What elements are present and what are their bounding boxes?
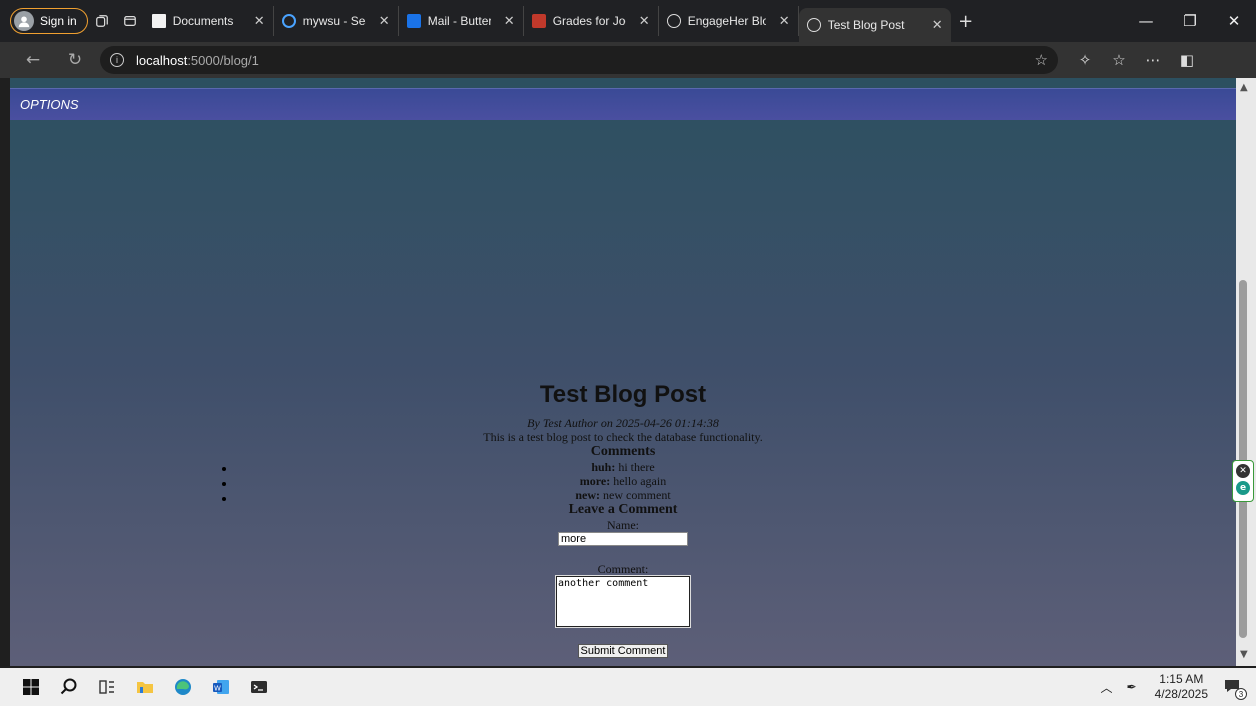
scrollbar-thumb[interactable] <box>1239 280 1247 638</box>
windows-start-icon[interactable] <box>12 668 50 706</box>
documents-favicon-icon <box>151 14 166 28</box>
post-byline: By Test Author on 2025-04-26 01:14:38 <box>527 416 719 430</box>
url-host: localhost <box>136 52 188 68</box>
favorite-star-icon[interactable]: ☆ <box>1035 51 1048 69</box>
tab-actions-icon[interactable] <box>116 7 144 35</box>
close-tab-icon[interactable]: ✕ <box>254 13 265 29</box>
notification-count: 3 <box>1235 688 1247 700</box>
list-item: huh: hi there <box>10 460 1236 474</box>
sign-in-label: Sign in <box>40 14 77 28</box>
system-tray: ︿ ✒ 1:15 AM 4/28/2025 3 <box>1101 668 1256 706</box>
notification-icon[interactable]: 3 <box>1222 676 1247 700</box>
comment-textarea[interactable]: another comment <box>555 575 691 628</box>
post-title: Test Blog Post <box>539 381 707 408</box>
url-path: :5000/blog/1 <box>187 52 259 68</box>
workspaces-icon[interactable] <box>88 7 116 35</box>
more-options-icon[interactable]: ⋯ <box>1136 51 1170 69</box>
name-input[interactable] <box>558 532 688 546</box>
globe-icon <box>666 14 681 28</box>
post-body: This is a test blog post to check the da… <box>483 430 763 444</box>
restore-icon[interactable]: ❐ <box>1168 0 1212 42</box>
windows-taskbar: W ︿ ✒ 1:15 AM 4/28/2025 3 <box>0 668 1256 706</box>
address-bar[interactable]: i localhost :5000/blog/1 ☆ <box>100 46 1058 74</box>
browser-tab-strip: Sign in Documents ✕ mywsu - Search ✕ Mai… <box>0 0 1256 42</box>
comment-author: new: <box>575 488 600 502</box>
close-tab-icon[interactable]: ✕ <box>504 13 515 29</box>
close-tab-icon[interactable]: ✕ <box>779 13 790 29</box>
file-explorer-icon[interactable] <box>126 668 164 706</box>
list-item: more: hello again <box>10 474 1236 488</box>
comment-text: new comment <box>603 488 671 502</box>
name-label: Name: <box>607 518 639 532</box>
search-icon[interactable] <box>50 668 88 706</box>
globe-icon <box>806 18 821 32</box>
tab-grades[interactable]: Grades for Jodie ✕ <box>524 6 659 36</box>
word-icon[interactable]: W <box>202 668 240 706</box>
comments-heading: Comments <box>590 444 656 459</box>
submit-comment-button[interactable]: Submit Comment <box>577 644 669 658</box>
favorites-icon[interactable]: ☆ <box>1102 51 1136 69</box>
edge-browser-icon[interactable] <box>164 668 202 706</box>
tab-engageher-blog[interactable]: EngageHer Blog ✕ <box>659 6 799 36</box>
taskbar-clock[interactable]: 1:15 AM 4/28/2025 <box>1155 672 1208 702</box>
close-tab-icon[interactable]: ✕ <box>932 17 943 33</box>
browser-toolbar: ← ↻ i localhost :5000/blog/1 ☆ ✧ ☆ ⋯ ◧ <box>0 42 1256 78</box>
tab-test-blog-post[interactable]: Test Blog Post ✕ <box>798 8 951 42</box>
tab-documents[interactable]: Documents ✕ <box>144 6 274 36</box>
sidebar-toggle-icon[interactable]: ◧ <box>1170 51 1204 69</box>
close-tab-icon[interactable]: ✕ <box>639 13 650 29</box>
svg-text:W: W <box>214 685 221 693</box>
clock-date: 4/28/2025 <box>1154 687 1208 701</box>
outlook-favicon-icon <box>406 14 421 28</box>
scroll-up-icon[interactable]: ▲ <box>1240 82 1248 93</box>
new-tab-button[interactable]: + <box>951 11 981 32</box>
back-arrow-icon[interactable]: ← <box>18 45 48 75</box>
page-viewport: OPTIONS Test Blog Post By Test Author on… <box>10 78 1236 666</box>
leave-comment-heading: Leave a Comment <box>568 502 678 517</box>
close-tab-icon[interactable]: ✕ <box>379 13 390 29</box>
blog-post: Test Blog Post By Test Author on 2025-04… <box>10 380 1236 658</box>
search-favicon-icon <box>281 14 296 28</box>
comment-label: Comment: <box>597 562 649 576</box>
minimize-icon[interactable]: — <box>1124 0 1168 42</box>
refresh-icon[interactable]: ↻ <box>60 45 90 75</box>
extension-e-icon[interactable]: e <box>1236 481 1250 495</box>
site-info-icon[interactable]: i <box>110 53 124 67</box>
options-nav-bar: OPTIONS <box>10 88 1236 120</box>
scroll-down-icon[interactable]: ▼ <box>1240 649 1248 660</box>
tab-mywsu-search[interactable]: mywsu - Search ✕ <box>274 6 399 36</box>
close-widget-icon[interactable]: ✕ <box>1236 464 1250 478</box>
page-scrollbar[interactable]: ▲ ▼ <box>1236 78 1256 666</box>
task-view-icon[interactable] <box>88 668 126 706</box>
terminal-icon[interactable] <box>240 668 278 706</box>
tab-mail[interactable]: Mail - Butterwor ✕ <box>399 6 524 36</box>
extension-side-widget[interactable]: ✕ e <box>1232 460 1254 502</box>
options-menu[interactable]: OPTIONS <box>20 97 79 112</box>
comment-text: hi there <box>618 460 655 474</box>
comment-author: huh: <box>591 460 616 474</box>
profile-avatar-icon <box>14 11 34 31</box>
comment-text: hello again <box>613 474 667 488</box>
copilot-icon[interactable]: ✧ <box>1068 51 1102 69</box>
pen-icon[interactable]: ✒ <box>1127 680 1137 694</box>
window-controls: — ❐ ✕ <box>1124 0 1256 42</box>
close-window-icon[interactable]: ✕ <box>1212 0 1256 42</box>
chevron-up-icon[interactable]: ︿ <box>1101 679 1113 696</box>
list-item: new: new comment <box>10 488 1236 502</box>
sign-in-button[interactable]: Sign in <box>10 8 88 34</box>
comment-author: more: <box>579 474 611 488</box>
clock-time: 1:15 AM <box>1159 672 1204 686</box>
wsu-favicon-icon <box>531 14 546 28</box>
